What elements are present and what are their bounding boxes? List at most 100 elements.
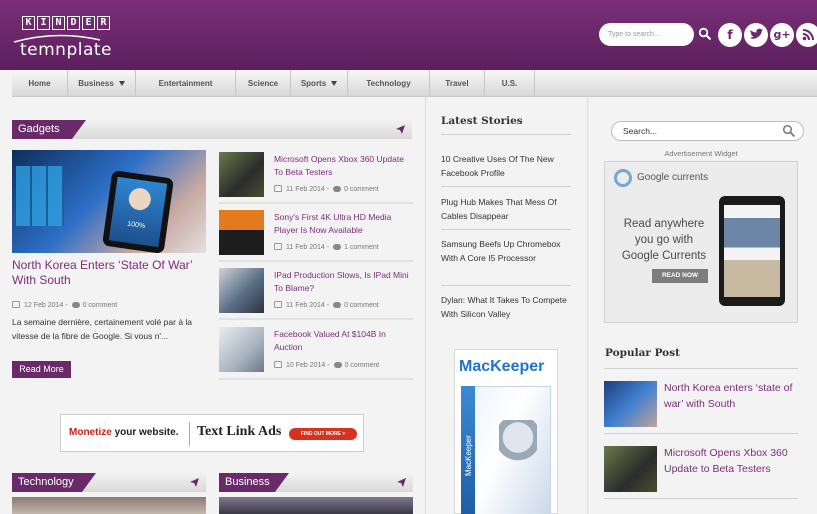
nav-label: Business — [78, 79, 114, 88]
google-currents-tagline: Read anywhere you go with Google Current… — [621, 218, 707, 262]
nav-label: Home — [28, 79, 51, 88]
comment-count[interactable]: 0 comment — [344, 302, 379, 309]
popular-post-thumbnail[interactable] — [604, 446, 657, 492]
mackeeper-side-label: MacKeeper — [464, 435, 473, 476]
latest-story-link[interactable]: 10 Creative Uses Of The New Facebook Pro… — [441, 152, 571, 180]
article-title[interactable]: Facebook Valued At $104B In Auction — [274, 328, 409, 353]
google-plus-icon[interactable]: g+ — [770, 23, 794, 47]
list-separator — [219, 378, 413, 380]
site-header: K I N D E R temnplate Type to search... … — [0, 0, 817, 70]
divider — [604, 368, 798, 369]
search-icon[interactable] — [698, 27, 712, 41]
nav-item-business[interactable]: Business — [68, 70, 136, 97]
technology-section-bar: Technology — [12, 473, 206, 492]
calendar-icon — [274, 301, 282, 308]
article-thumbnail-media-player[interactable] — [219, 210, 264, 255]
article-meta: 11 Feb 2014 -1 comment — [274, 243, 379, 251]
nav-item-science[interactable]: Science — [236, 70, 291, 97]
ad-your-website: your website. — [114, 427, 179, 438]
article-thumbnail-ipad[interactable] — [219, 268, 264, 313]
divider — [441, 229, 571, 230]
latest-story-link[interactable]: Samsung Beefs Up Chromebox With A Core I… — [441, 237, 571, 265]
article-thumbnail-facebook[interactable] — [219, 327, 264, 372]
divider — [604, 498, 798, 499]
article-title[interactable]: Microsoft Opens Xbox 360 Update To Beta … — [274, 153, 409, 178]
twitter-bird-icon — [750, 28, 764, 39]
popular-post-thumbnail[interactable] — [604, 381, 657, 427]
site-logo[interactable]: K I N D E R temnplate — [12, 14, 112, 62]
read-more-button[interactable]: Read More — [12, 361, 71, 378]
google-currents-name: Google currents — [637, 172, 709, 183]
divider — [441, 186, 571, 187]
rss-icon[interactable] — [796, 23, 817, 47]
sidebar-search-input[interactable]: Search... — [611, 121, 804, 141]
calendar-icon — [274, 185, 282, 192]
featured-article-meta: 12 Feb 2014 -0 comment — [12, 301, 117, 309]
article-thumbnail-controller[interactable] — [219, 152, 264, 197]
post-date: 10 Feb 2014 — [286, 362, 326, 369]
send-arrow-icon — [190, 478, 199, 487]
latest-story-link[interactable]: Plug Hub Makes That Mess Of Cables Disap… — [441, 195, 571, 223]
phone-screen: 100% — [108, 176, 168, 248]
robot-mascot-icon — [499, 420, 537, 470]
search-icon[interactable] — [782, 124, 796, 138]
google-currents-logo-icon — [614, 169, 632, 187]
featured-article-title[interactable]: North Korea Enters ‘State Of War’ With S… — [12, 258, 212, 288]
comment-icon — [333, 186, 342, 192]
article-title[interactable]: Sony's First 4K Ultra HD Media Player Is… — [274, 211, 409, 236]
calendar-icon — [274, 361, 282, 368]
logo-letter: R — [97, 16, 110, 30]
text-link-ads-banner[interactable]: Monetize your website. Text Link Ads FIN… — [60, 414, 364, 452]
mackeeper-side-text: MacKeeper — [464, 435, 473, 476]
header-search-input[interactable]: Type to search... — [599, 23, 694, 46]
logo-letter: N — [52, 16, 65, 30]
read-now-button[interactable]: READ NOW — [652, 269, 708, 283]
mackeeper-ad[interactable]: MacKeeper MacKeeper — [454, 349, 558, 514]
comment-count[interactable]: 0 comment — [344, 186, 379, 193]
article-title[interactable]: IPad Production Slows, Is IPad Mini To B… — [274, 269, 409, 294]
comment-icon — [333, 244, 342, 250]
rss-feed-icon — [802, 29, 814, 41]
section-title[interactable]: Business — [219, 473, 289, 492]
phone-screen-percent: 100% — [126, 220, 146, 231]
ad-monetize-text: Monetize your website. — [69, 427, 178, 438]
technology-article-image[interactable] — [12, 497, 206, 514]
featured-article-excerpt: La semaine dernière, certainement volé p… — [12, 317, 193, 341]
featured-article-image[interactable]: 100% — [12, 150, 206, 253]
comment-count[interactable]: 0 comment — [83, 302, 118, 309]
popular-post-link[interactable]: Microsoft Opens Xbox 360 Update to Beta … — [664, 445, 799, 477]
post-date: 12 Feb 2014 — [24, 302, 64, 309]
post-date: 11 Feb 2014 — [286, 302, 325, 309]
nav-item-sports[interactable]: Sports — [291, 70, 348, 97]
popular-post-link[interactable]: North Korea enters ‘state of war’ with S… — [664, 380, 799, 412]
calendar-icon — [12, 301, 20, 308]
google-currents-ad[interactable]: Google currents Read anywhere you go wit… — [604, 161, 798, 323]
gadgets-section-bar: Gadgets — [12, 120, 412, 139]
nav-label: Technology — [366, 79, 411, 88]
logo-wordmark: temnplate — [20, 40, 113, 60]
nav-item-travel[interactable]: Travel — [430, 70, 485, 97]
section-title[interactable]: Gadgets — [12, 120, 86, 139]
nav-item-us[interactable]: U.S. — [485, 70, 535, 97]
nav-item-technology[interactable]: Technology — [348, 70, 430, 97]
logo-letter: E — [82, 16, 95, 30]
business-section-bar: Business — [219, 473, 413, 492]
latest-story-link[interactable]: Dylan: What It Takes To Compete With Sil… — [441, 293, 571, 321]
page: K I N D E R temnplate Type to search... … — [0, 0, 817, 514]
divider — [441, 134, 571, 135]
twitter-icon[interactable] — [744, 23, 768, 47]
find-out-more-button[interactable]: FIND OUT MORE > — [289, 428, 357, 440]
article-meta: 11 Feb 2014 -0 comment — [274, 301, 379, 309]
caret-down-icon — [331, 81, 338, 87]
latest-stories-heading: Latest Stories — [441, 115, 523, 127]
business-article-image[interactable] — [219, 497, 413, 514]
comment-count[interactable]: 1 comment — [344, 244, 379, 251]
comment-count[interactable]: 0 comment — [345, 362, 380, 369]
section-title[interactable]: Technology — [12, 473, 96, 492]
nav-item-entertainment[interactable]: Entertainment — [136, 70, 236, 97]
nav-label: Entertainment — [158, 79, 213, 88]
caret-down-icon — [118, 81, 125, 87]
nav-label: Sports — [300, 79, 327, 88]
nav-item-home[interactable]: Home — [12, 70, 68, 97]
facebook-icon[interactable]: f — [718, 23, 742, 47]
